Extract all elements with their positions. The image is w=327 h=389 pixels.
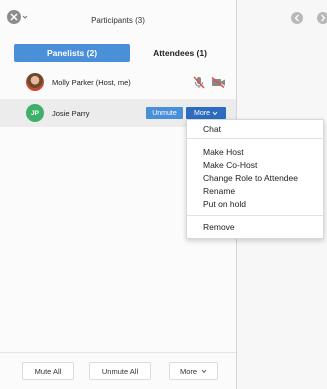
nav-back-button[interactable] [291,12,303,24]
video-off-icon[interactable] [211,77,226,88]
chevron-down-icon [212,111,218,115]
menu-separator [187,215,323,216]
nav-forward-button[interactable] [317,12,327,24]
menu-item-chat[interactable]: Chat [203,124,221,134]
more-button-label: More [194,109,210,117]
participant-row[interactable]: Molly Parker (Host, me) [0,68,236,96]
menu-item-rename[interactable]: Rename [203,186,235,196]
footer-divider [0,352,236,353]
chevron-down-icon [201,369,207,373]
participant-name: Josie Parry [52,108,90,118]
unmute-all-button[interactable]: Unmute All [89,362,151,380]
unmute-all-label: Unmute All [101,366,139,376]
menu-item-change-role[interactable]: Change Role to Attendee [203,173,298,183]
panel-title: Participants (3) [91,16,145,25]
menu-item-make-co-host[interactable]: Make Co-Host [203,160,257,170]
avatar [26,73,44,91]
mute-all-button[interactable]: Mute All [22,362,74,380]
menu-separator [187,138,323,139]
menu-item-put-on-hold[interactable]: Put on hold [203,199,246,209]
participant-name: Molly Parker (Host, me) [52,77,131,87]
chevron-right-icon [321,14,326,22]
chevron-left-icon [294,14,299,22]
more-button[interactable]: More [186,107,226,119]
more-dropdown-menu: Chat Make Host Make Co-Host Change Role … [186,119,324,239]
tab-attendees[interactable]: Attendees (1) [130,44,230,62]
tab-panelists[interactable]: Panelists (2) [14,44,130,62]
footer-more-label: More [179,366,198,376]
unmute-button[interactable]: Unmute [146,107,183,119]
footer-more-button[interactable]: More [169,362,218,380]
menu-item-make-host[interactable]: Make Host [203,147,244,157]
mute-all-label: Mute All [34,366,62,376]
avatar: JP [26,104,44,122]
menu-item-remove[interactable]: Remove [203,222,235,232]
mic-muted-icon[interactable] [193,76,205,89]
